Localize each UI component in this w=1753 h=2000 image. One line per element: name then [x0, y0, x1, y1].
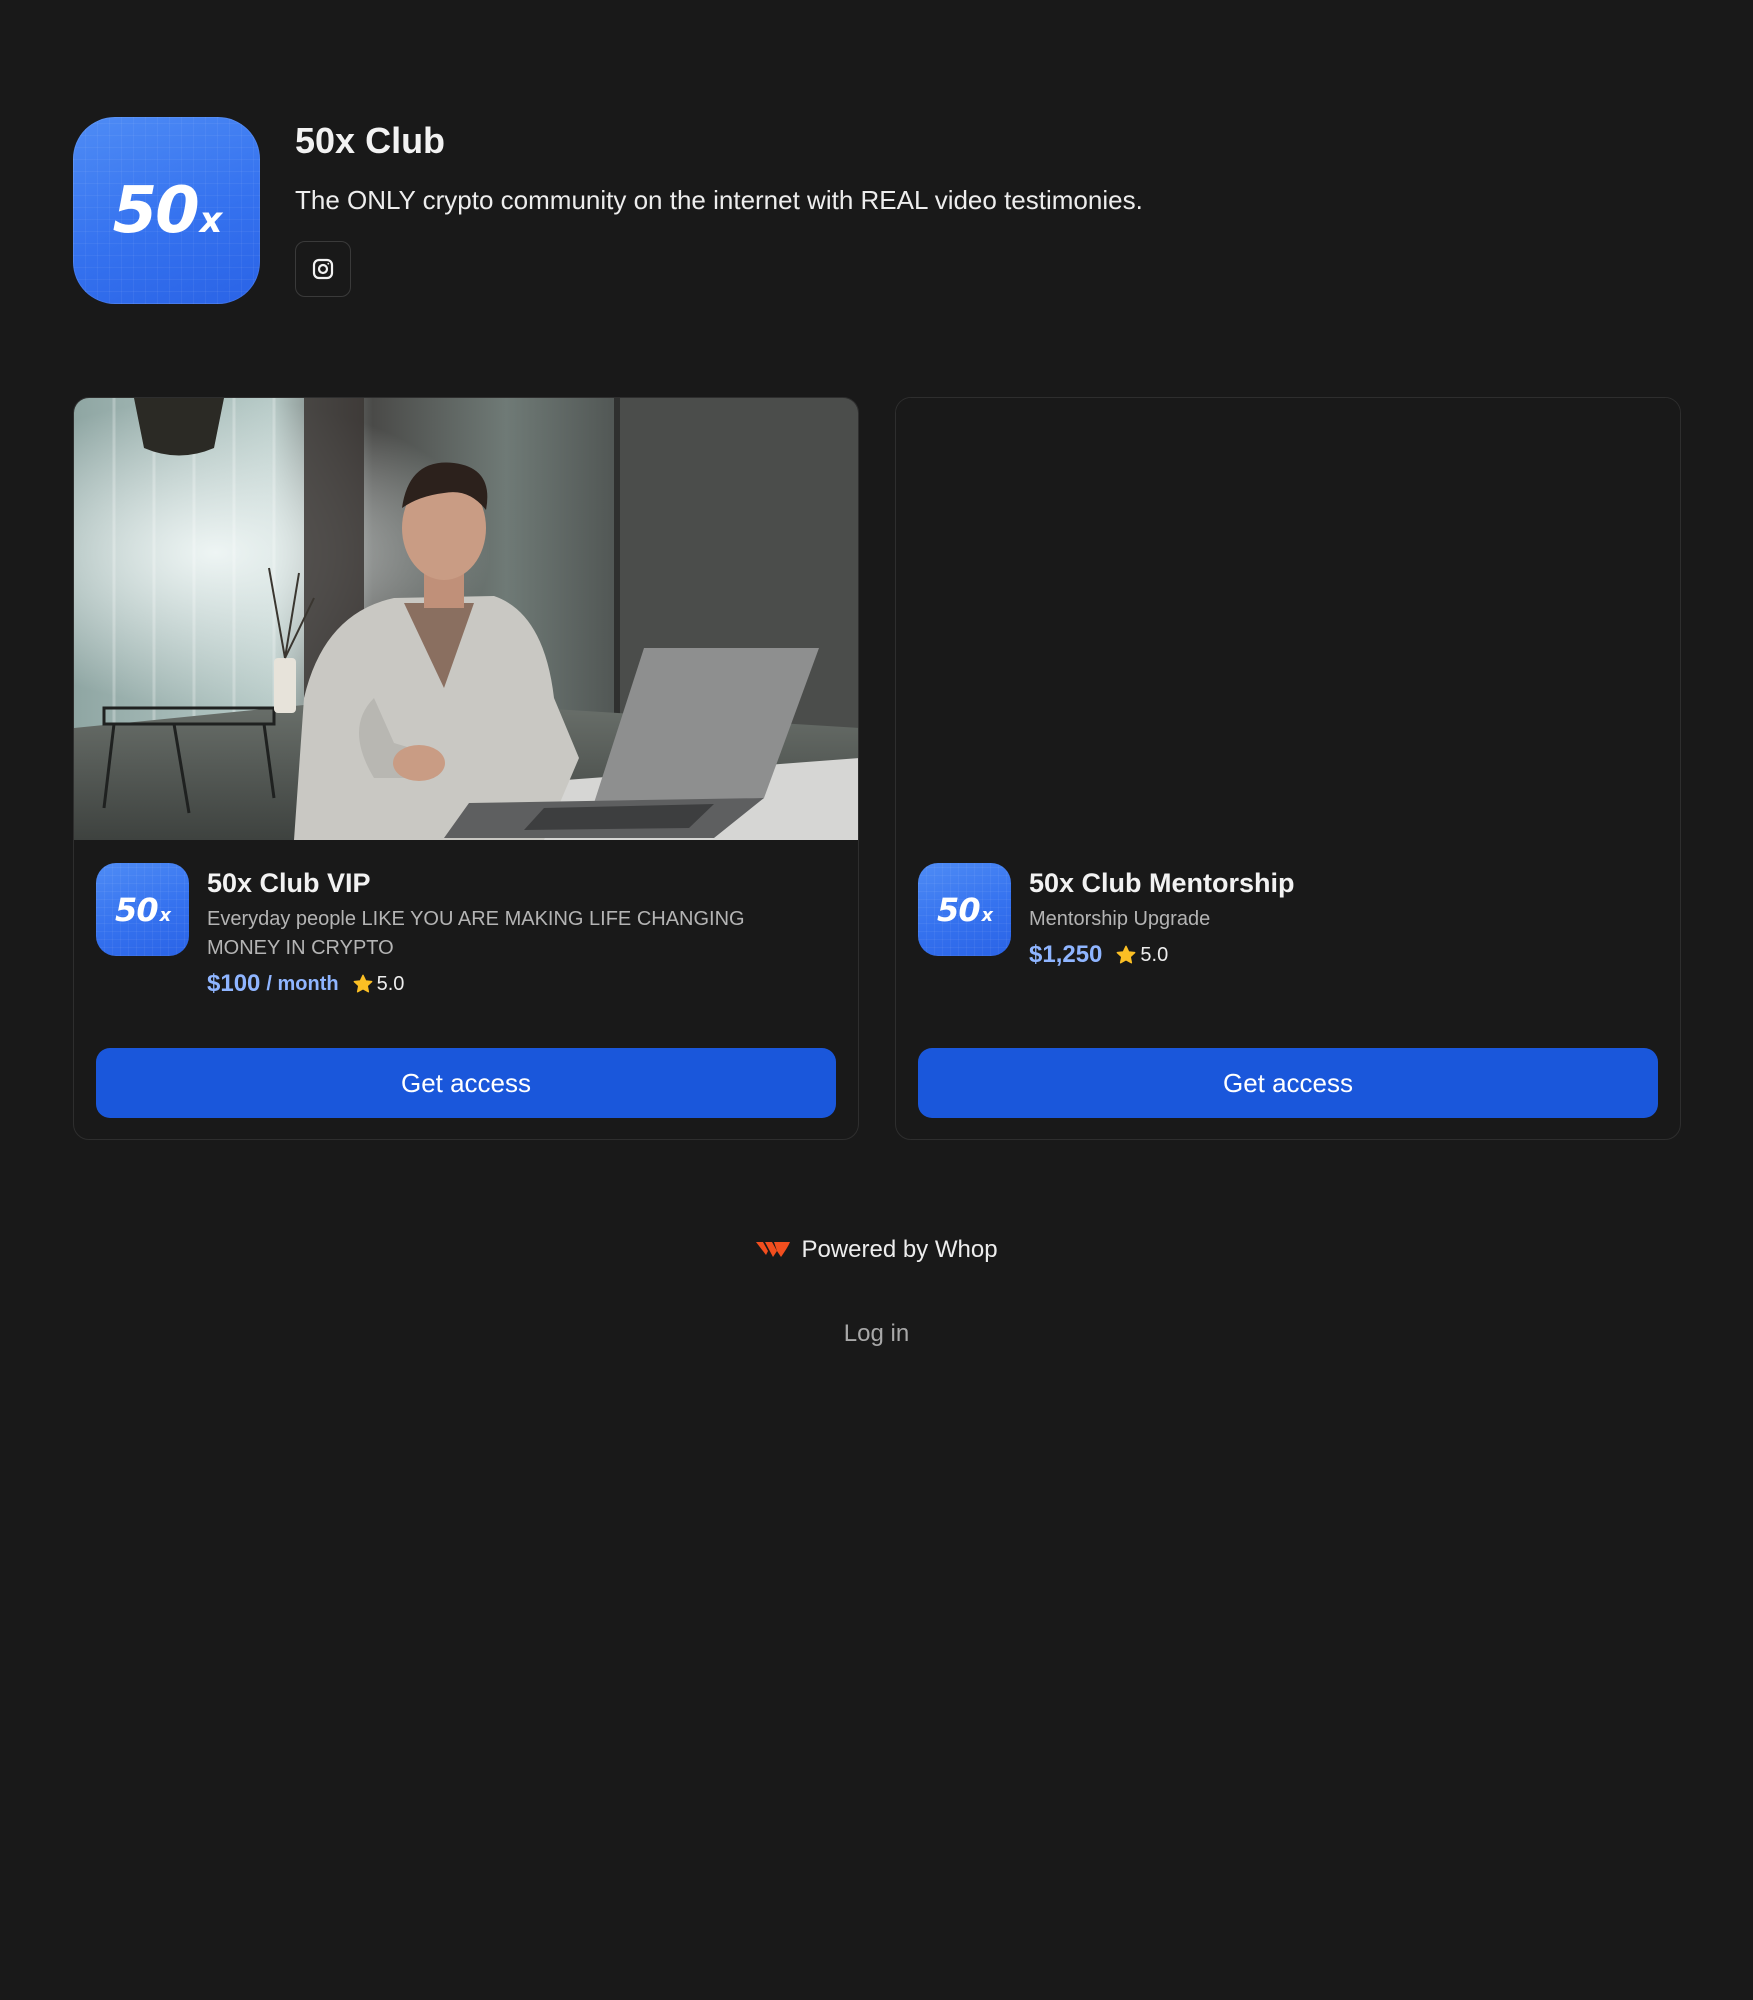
product-video-thumbnail[interactable] [74, 398, 858, 840]
product-info: 50x Club VIP Everyday people LIKE YOU AR… [207, 863, 807, 998]
product-price: $100 [207, 970, 261, 997]
price-row: $1,250 5.0 [1029, 941, 1295, 969]
product-logo: 50 x [918, 863, 1011, 956]
product-description: Everyday people LIKE YOU ARE MAKING LIFE… [207, 908, 745, 959]
powered-by-text: Powered by Whop [801, 1236, 998, 1263]
store-page: 50x 50x Club The ONLY crypto community o… [0, 0, 1753, 2000]
product-card-vip[interactable]: 50 x 50x Club VIP Everyday people LIKE YO… [73, 397, 859, 1140]
product-description: Mentorship Upgrade [1029, 908, 1211, 930]
product-card-body: 50 x 50x Club VIP Everyday people LIKE YO… [96, 863, 836, 998]
rating: 5.0 [352, 972, 405, 996]
product-card-mentorship[interactable]: 50 x 50x Club Mentorship Mentorship Upgra… [895, 397, 1681, 1140]
price-row: $100 / month 5.0 [207, 970, 807, 998]
product-list: 50 x 50x Club VIP Everyday people LIKE YO… [73, 397, 1681, 1140]
rating: 5.0 [1115, 944, 1168, 967]
get-access-button[interactable]: Get access [96, 1048, 836, 1118]
login-link[interactable]: Log in [0, 1320, 1753, 1348]
star-icon [1117, 945, 1136, 964]
product-price: $1,250 [1029, 941, 1103, 968]
whop-logo-icon [756, 1242, 791, 1257]
price-period: / month [266, 972, 339, 995]
video-thumbnail-illustration [74, 398, 858, 840]
product-media-empty [896, 398, 1680, 840]
brand-logo: 50x [73, 117, 260, 304]
product-title: 50x Club Mentorship [1029, 868, 1295, 898]
product-logo: 50 x [96, 863, 189, 956]
instagram-link-button[interactable] [295, 241, 351, 297]
brand-logo-text: 50x [112, 173, 223, 248]
product-title: 50x Club VIP [207, 868, 371, 898]
get-access-button[interactable]: Get access [918, 1048, 1658, 1118]
page-tagline: The ONLY crypto community on the interne… [295, 185, 1143, 215]
powered-by-whop-link[interactable]: Powered by Whop [0, 1236, 1753, 1264]
store-header: 50x 50x Club The ONLY crypto community o… [73, 117, 1143, 304]
instagram-icon [312, 258, 334, 280]
star-icon [353, 974, 373, 993]
product-info: 50x Club Mentorship Mentorship Upgrade $… [1029, 863, 1295, 969]
rating-value: 5.0 [376, 972, 405, 995]
product-card-body: 50 x 50x Club Mentorship Mentorship Upgra… [918, 863, 1658, 969]
header-info: 50x Club The ONLY crypto community on th… [295, 117, 1143, 297]
page-title: 50x Club [295, 120, 446, 161]
rating-value: 5.0 [1140, 943, 1169, 966]
